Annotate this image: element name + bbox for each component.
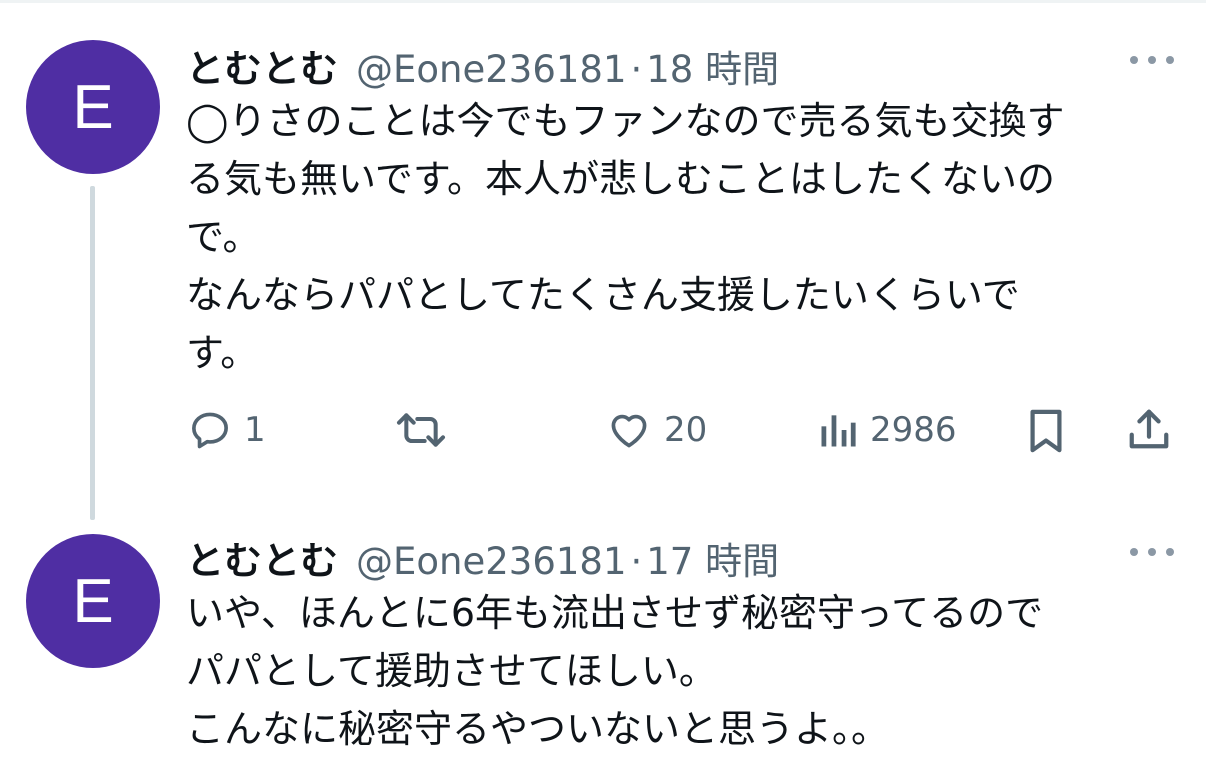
tweet-text-line: パパとして援助させてほしい。 [186,649,717,693]
reply-count: 1 [244,410,266,450]
tweet-header: とむとむ @Eone236181 · 18 時間 [186,38,779,93]
more-icon[interactable] [1130,50,1174,70]
like-icon [606,408,652,452]
separator-dot: · [630,540,643,583]
tweet-text-line: ◯りさのことは今でもファンなので売る気も交換す [186,99,1065,143]
tweet-text: いや、ほんとに6年も流出させず秘密守ってるので パパとして援助させてほしい。 こ… [186,584,1176,758]
bookmark-icon [1026,408,1066,454]
tweet-text-line: いや、ほんとに6年も流出させず秘密守ってるので [186,591,1044,635]
views-count: 2986 [870,410,957,450]
like-count: 20 [664,410,708,450]
user-handle[interactable]: @Eone236181 [356,48,626,91]
share-button[interactable] [1126,406,1172,452]
tweet-text-line: なんならパパとしてたくさん支援したいくらいで [186,273,1020,317]
tweet-text-line: で。 [186,215,261,259]
bookmark-button[interactable] [1026,408,1066,454]
display-name[interactable]: とむとむ [186,530,338,585]
retweet-icon [394,408,448,452]
display-name[interactable]: とむとむ [186,38,338,93]
thread-connector-line [90,186,95,520]
top-divider [0,0,1206,3]
avatar[interactable]: E [26,40,160,174]
avatar-letter: E [72,72,114,142]
tweet-text: ◯りさのことは今でもファンなので売る気も交換す る気も無いです。本人が悲しむこと… [186,92,1176,382]
tweet-header: とむとむ @Eone236181 · 17 時間 [186,530,779,585]
tweet-actions: 1 20 2986 [0,400,1206,460]
timestamp[interactable]: 18 時間 [646,39,779,93]
reply-icon [188,408,232,452]
tweet-text-line: こんなに秘密守るやついないと思うよ。。 [186,707,890,751]
reply-button[interactable]: 1 [188,408,266,452]
user-handle[interactable]: @Eone236181 [356,540,626,583]
avatar-letter: E [72,566,114,636]
separator-dot: · [630,48,643,91]
views-icon [818,408,858,452]
timestamp[interactable]: 17 時間 [646,531,779,585]
tweet-text-line: る気も無いです。本人が悲しむことはしたくないの [186,157,1056,201]
share-icon [1126,406,1172,452]
more-icon[interactable] [1130,542,1174,562]
retweet-button[interactable] [394,408,448,452]
tweet-text-line: す。 [186,331,259,375]
avatar[interactable]: E [26,534,160,668]
views-button[interactable]: 2986 [818,408,957,452]
like-button[interactable]: 20 [606,408,707,452]
